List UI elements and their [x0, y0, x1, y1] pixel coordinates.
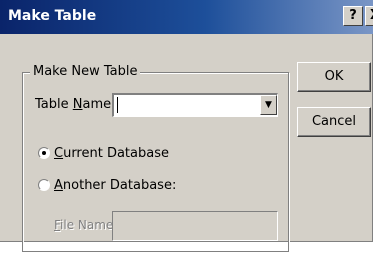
radio-selected-dot — [42, 151, 46, 155]
ok-button[interactable]: OK — [297, 62, 371, 92]
cancel-button[interactable]: Cancel — [297, 107, 371, 137]
another-database-radio[interactable] — [38, 179, 50, 191]
file-name-input[interactable] — [112, 211, 278, 241]
title-bar[interactable]: Make Table ? X — [0, 0, 373, 34]
table-name-label-suffix: ame: — [82, 97, 116, 112]
file-name-rest: ile Name: — [60, 218, 118, 232]
current-database-rest: urrent Database — [63, 146, 169, 161]
chevron-down-icon[interactable]: ▼ — [260, 95, 277, 115]
current-database-access: C — [54, 146, 64, 161]
window-title: Make Table — [8, 8, 97, 24]
text-caret — [117, 97, 118, 113]
table-name-label: Table Name: — [35, 97, 116, 112]
close-icon[interactable]: X — [365, 6, 373, 26]
table-name-combobox[interactable]: ▼ — [112, 93, 278, 117]
table-name-label-prefix: Table — [35, 97, 73, 112]
current-database-radio[interactable] — [38, 147, 50, 159]
another-database-label[interactable]: Another Database: — [54, 178, 176, 193]
file-name-label: File Name: — [54, 218, 117, 232]
group-label: Make New Table — [30, 64, 141, 79]
current-database-label[interactable]: Current Database — [54, 146, 169, 161]
another-database-access: A — [54, 178, 63, 193]
make-table-dialog: Make Table ? X Make New Table Table Name… — [0, 0, 373, 252]
another-database-rest: nother Database: — [62, 178, 177, 193]
help-icon[interactable]: ? — [343, 6, 363, 26]
